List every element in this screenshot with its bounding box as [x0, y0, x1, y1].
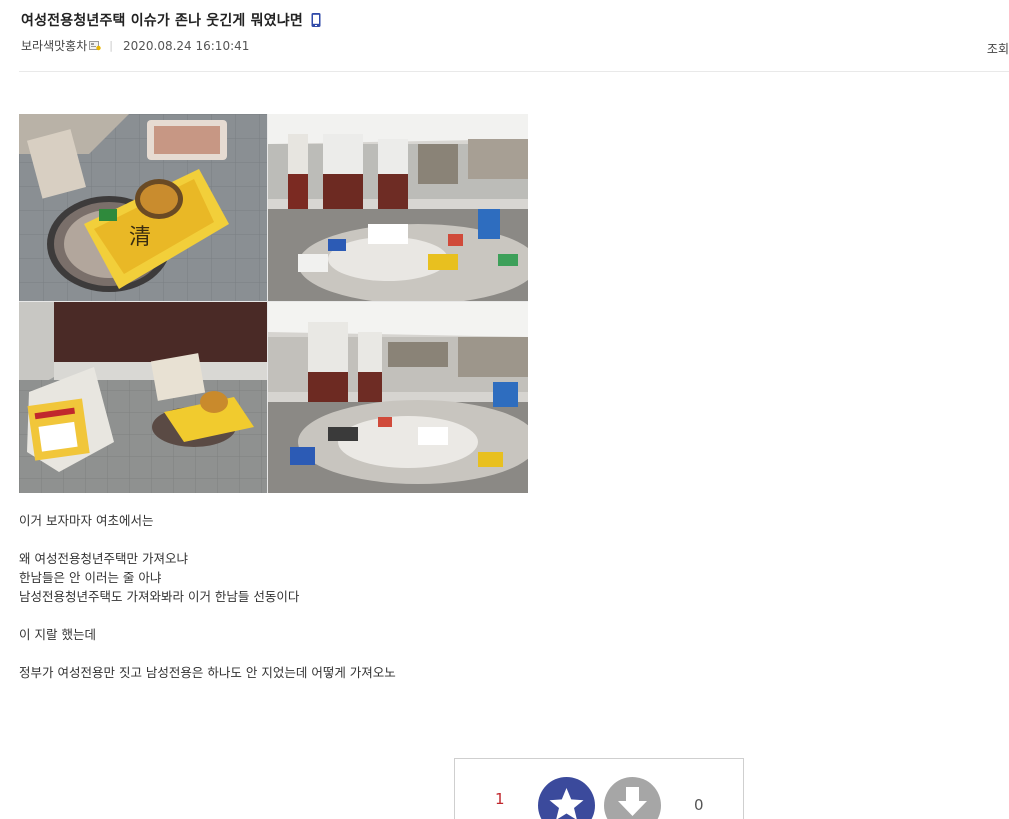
upvote-count: 1 — [495, 790, 505, 808]
photo-trash-pile-2 — [268, 302, 528, 493]
photo-trash-pile-1 — [268, 114, 528, 301]
post-body: 이거 보자마자 여초에서는 왜 여성전용청년주택만 가져오냐 한남들은 안 이러… — [19, 511, 396, 682]
vote-box: 1 0 — [454, 758, 744, 819]
body-line: 남성전용청년주택도 가져와봐라 이거 한남들 선동이다 — [19, 589, 300, 604]
meta-separator: | — [109, 39, 113, 52]
body-line: 한남들은 안 이러는 줄 아냐 — [19, 570, 162, 585]
post-header: 여성전용청년주택 이슈가 존나 웃긴게 뭐였냐면 보라색맛홍차 | 2020.0… — [19, 0, 1009, 72]
photo-rice-bag — [19, 302, 267, 493]
post-image[interactable]: 清 — [19, 114, 528, 493]
post-meta: 보라색맛홍차 | 2020.08.24 16:10:41 — [21, 37, 249, 54]
views-label: 조회 — [986, 42, 1009, 56]
downvote-count: 0 — [694, 796, 704, 814]
title-row: 여성전용청년주택 이슈가 존나 웃긴게 뭐였냐면 — [21, 10, 322, 30]
body-line: 이 지랄 했는데 — [19, 627, 96, 642]
body-line: 이거 보자마자 여초에서는 — [19, 513, 154, 528]
body-line — [19, 530, 396, 549]
author-name[interactable]: 보라색맛홍차 — [21, 37, 87, 54]
body-line: 왜 여성전용청년주택만 가져오냐 — [19, 551, 188, 566]
post-date: 2020.08.24 16:10:41 — [122, 38, 250, 53]
body-line — [19, 606, 396, 625]
photo-food-package: 清 — [19, 114, 267, 301]
post-title: 여성전용청년주택 이슈가 존나 웃긴게 뭐였냐면 — [21, 13, 303, 29]
member-level-icon — [89, 40, 101, 51]
mobile-phone-icon — [310, 12, 322, 28]
svg-text:清: 清 — [129, 225, 151, 250]
body-line: 정부가 여성전용만 짓고 남성전용은 하나도 안 지었는데 어떻게 가져오노 — [19, 665, 396, 680]
body-line — [19, 644, 396, 663]
